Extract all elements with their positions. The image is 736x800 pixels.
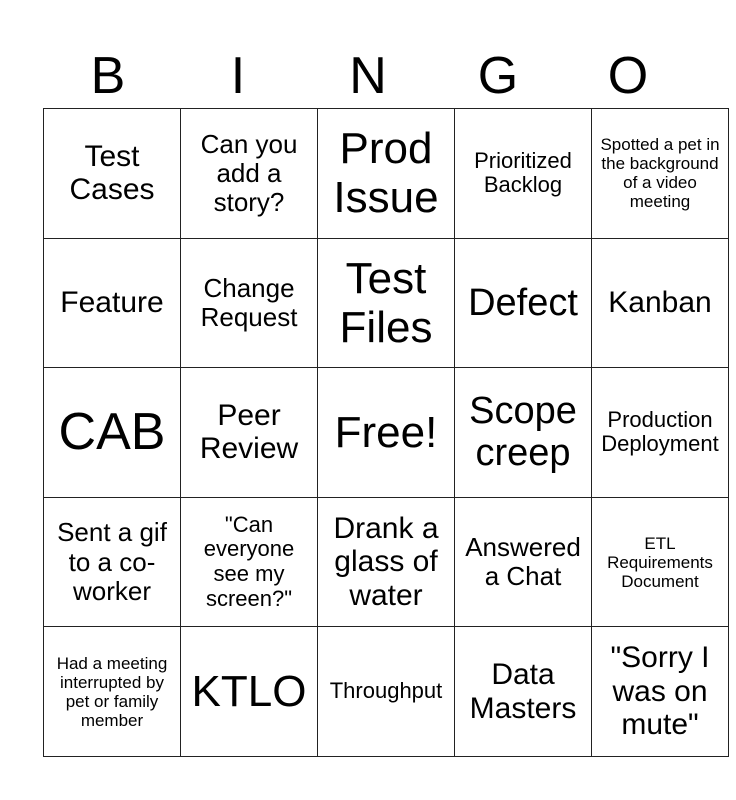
- header-letter-i: I: [230, 47, 246, 105]
- bingo-header: B I N G O: [43, 44, 693, 108]
- bingo-cell[interactable]: Defect: [454, 237, 592, 369]
- bingo-cell[interactable]: "Sorry I was on mute": [591, 626, 729, 757]
- bingo-cell[interactable]: Prod Issue: [317, 108, 455, 239]
- free-space-cell[interactable]: Free!: [317, 367, 455, 498]
- bingo-cell[interactable]: Data Masters: [454, 626, 592, 757]
- bingo-cell[interactable]: Spotted a pet in the background of a vid…: [591, 108, 729, 239]
- bingo-cell[interactable]: Peer Review: [180, 367, 318, 498]
- bingo-cell[interactable]: Can you add a story?: [180, 108, 318, 239]
- bingo-cell[interactable]: Answered a Chat: [454, 496, 592, 628]
- grid-row: Feature Change Request Test Files Defect…: [43, 237, 729, 369]
- bingo-cell[interactable]: Test Files: [317, 237, 455, 369]
- grid-row: Test Cases Can you add a story? Prod Iss…: [43, 108, 729, 239]
- bingo-cell[interactable]: Sent a gif to a co-worker: [43, 496, 181, 628]
- header-letter-n: N: [349, 47, 387, 105]
- grid-row: CAB Peer Review Free! Scope creep Produc…: [43, 367, 729, 498]
- bingo-cell[interactable]: CAB: [43, 367, 181, 498]
- bingo-cell[interactable]: Production Deployment: [591, 367, 729, 498]
- bingo-cell[interactable]: Kanban: [591, 237, 729, 369]
- bingo-cell[interactable]: Change Request: [180, 237, 318, 369]
- bingo-cell[interactable]: ETL Requirements Document: [591, 496, 729, 628]
- bingo-cell[interactable]: Prioritized Backlog: [454, 108, 592, 239]
- grid-row: Sent a gif to a co-worker "Can everyone …: [43, 496, 729, 628]
- bingo-cell[interactable]: Feature: [43, 237, 181, 369]
- header-letter-b: B: [90, 47, 126, 105]
- header-letter-g: G: [477, 47, 519, 105]
- bingo-cell[interactable]: Test Cases: [43, 108, 181, 239]
- bingo-cell[interactable]: KTLO: [180, 626, 318, 757]
- bingo-cell[interactable]: Had a meeting interrupted by pet or fami…: [43, 626, 181, 757]
- bingo-cell[interactable]: Throughput: [317, 626, 455, 757]
- bingo-cell[interactable]: Scope creep: [454, 367, 592, 498]
- header-letter-o: O: [607, 47, 649, 105]
- bingo-grid: Test Cases Can you add a story? Prod Iss…: [43, 108, 729, 757]
- grid-row: Had a meeting interrupted by pet or fami…: [43, 626, 729, 757]
- bingo-cell[interactable]: Drank a glass of water: [317, 496, 455, 628]
- bingo-cell[interactable]: "Can everyone see my screen?": [180, 496, 318, 628]
